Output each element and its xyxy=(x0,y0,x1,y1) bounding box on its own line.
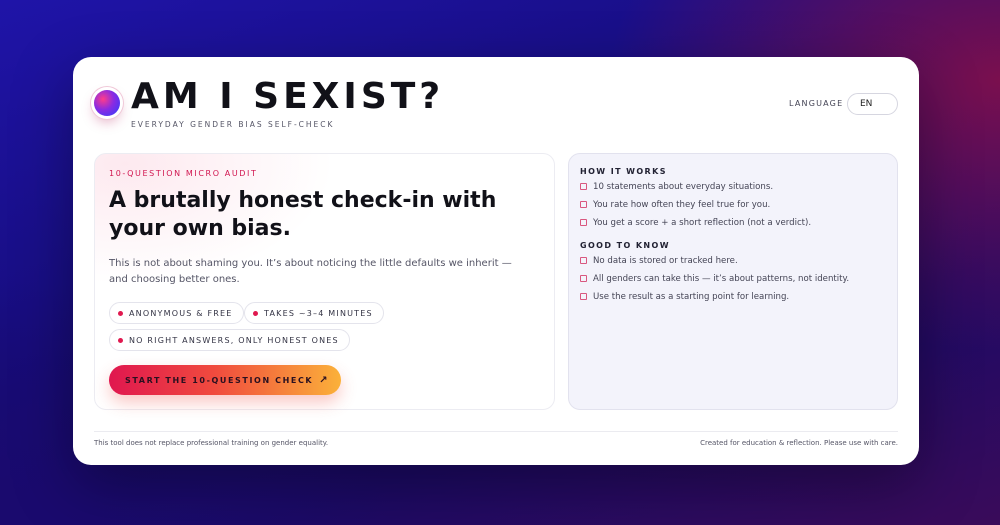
arrow-up-right-icon: ↗ xyxy=(319,374,330,386)
lead-line-1: This is not about shaming you. It’s abou… xyxy=(109,258,512,269)
lead-line-2: and choosing better ones. xyxy=(109,274,240,285)
start-check-button[interactable]: START THE 10-QUESTION CHECK ↗ xyxy=(109,365,341,395)
checkbox-icon xyxy=(580,275,587,282)
pill-label: NO RIGHT ANSWERS, ONLY HONEST ONES xyxy=(129,336,339,345)
pill-label: TAKES ~3–4 MINUTES xyxy=(264,309,373,318)
lead-text: This is not about shaming you. It’s abou… xyxy=(109,256,549,288)
pill-honest: NO RIGHT ANSWERS, ONLY HONEST ONES xyxy=(109,329,350,351)
bullet-dot-icon xyxy=(118,338,123,343)
how-it-works-heading: HOW IT WORKS xyxy=(580,167,667,176)
checkbox-icon xyxy=(580,293,587,300)
list-item-text: You get a score + a short reflection (no… xyxy=(593,218,812,228)
footer-disclaimer: This tool does not replace professional … xyxy=(94,439,329,447)
list-item-text: No data is stored or tracked here. xyxy=(593,256,738,266)
list-item: You get a score + a short reflection (no… xyxy=(580,218,890,228)
eyebrow-label: 10-QUESTION MICRO AUDIT xyxy=(109,169,258,178)
good-to-know-heading: GOOD TO KNOW xyxy=(580,241,670,250)
list-item: No data is stored or tracked here. xyxy=(580,256,890,266)
footer-divider xyxy=(94,431,898,432)
list-item: Use the result as a starting point for l… xyxy=(580,292,890,302)
main-card: AM I SEXIST? EVERYDAY GENDER BIAS SELF-C… xyxy=(73,57,919,465)
list-item-text: Use the result as a starting point for l… xyxy=(593,292,790,302)
list-item-text: All genders can take this — it’s about p… xyxy=(593,274,850,284)
headline-line-2: your own bias. xyxy=(109,216,291,241)
language-label: LANGUAGE xyxy=(789,99,844,108)
logo-orb-icon xyxy=(94,90,120,116)
headline-line-1: A brutally honest check-in with xyxy=(109,188,497,213)
pill-duration: TAKES ~3–4 MINUTES xyxy=(244,302,384,324)
headline: A brutally honest check-in with your own… xyxy=(109,187,539,243)
intro-panel: 10-QUESTION MICRO AUDIT A brutally hones… xyxy=(94,153,555,410)
pill-label: ANONYMOUS & FREE xyxy=(129,309,233,318)
bullet-dot-icon xyxy=(118,311,123,316)
pill-anonymous: ANONYMOUS & FREE xyxy=(109,302,244,324)
list-item-text: 10 statements about everyday situations. xyxy=(593,182,774,192)
footer-note: Created for education & reflection. Plea… xyxy=(700,439,898,447)
checkbox-icon xyxy=(580,219,587,226)
list-item-text: You rate how often they feel true for yo… xyxy=(593,200,771,210)
list-item: You rate how often they feel true for yo… xyxy=(580,200,890,210)
page-title: AM I SEXIST? xyxy=(131,76,445,117)
list-item: 10 statements about everyday situations. xyxy=(580,182,890,192)
start-check-label: START THE 10-QUESTION CHECK xyxy=(125,375,314,385)
page-subtitle: EVERYDAY GENDER BIAS SELF-CHECK xyxy=(131,120,335,129)
list-item: All genders can take this — it’s about p… xyxy=(580,274,890,284)
checkbox-icon xyxy=(580,257,587,264)
checkbox-icon xyxy=(580,201,587,208)
language-select[interactable]: EN xyxy=(847,93,898,115)
info-panel: HOW IT WORKS 10 statements about everyda… xyxy=(568,153,898,410)
bullet-dot-icon xyxy=(253,311,258,316)
checkbox-icon xyxy=(580,183,587,190)
